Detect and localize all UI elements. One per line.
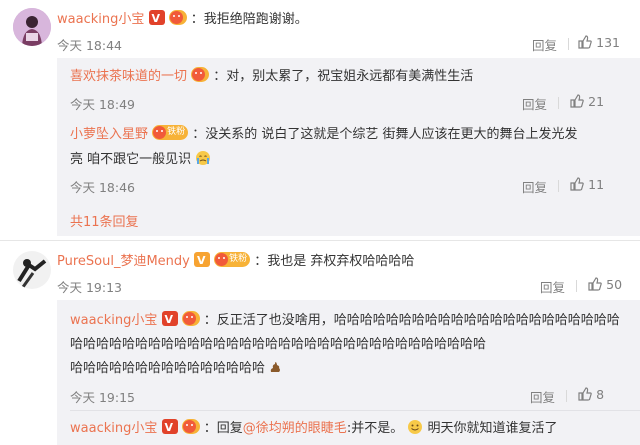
reply-prefix: ：回复 <box>203 421 243 436</box>
divider <box>558 97 559 109</box>
like-count: 131 <box>596 35 620 50</box>
reply-text: ：没关系的 说白了这就是个综艺 街舞人应该在更大的舞台上发光发 <box>192 127 578 142</box>
comment-text: ：我拒绝陪跑谢谢。 <box>190 12 308 27</box>
verified-badge-icon <box>148 10 165 28</box>
username[interactable]: 小萝坠入星野 <box>70 127 148 142</box>
fan-badge-icon <box>181 311 200 326</box>
reply-time: 今天 19:15 <box>70 390 135 405</box>
reply-text: ：反正活了也没啥用，哈哈哈哈哈哈哈哈哈哈哈哈哈哈哈哈哈哈哈哈哈哈 <box>203 313 620 328</box>
like-count: 8 <box>596 387 605 402</box>
username[interactable]: waacking小宝 <box>70 313 157 328</box>
fan-badge-icon <box>168 10 187 25</box>
reply-text: ：对，别太累了，祝宝姐永远都有美满性生活 <box>213 69 474 84</box>
avatar[interactable] <box>13 251 51 289</box>
reply-time: 今天 18:49 <box>70 97 135 112</box>
reply-button[interactable]: 回复 <box>540 277 565 296</box>
username[interactable]: waacking小宝 <box>57 12 144 27</box>
like-button[interactable]: 131 <box>578 35 620 51</box>
divider <box>566 390 567 402</box>
thumbs-up-icon <box>588 277 602 291</box>
reply-button[interactable]: 回复 <box>532 35 557 54</box>
reply-text: :并不是。 <box>346 421 404 436</box>
like-button[interactable]: 11 <box>570 177 604 193</box>
mention-link[interactable]: @徐均朔的眼睫毛 <box>243 421 347 436</box>
fan-badge-icon: 铁粉 <box>152 125 189 140</box>
like-button[interactable]: 50 <box>588 277 622 293</box>
avatar[interactable] <box>13 8 51 46</box>
comment-time: 今天 19:13 <box>57 280 122 295</box>
thumbs-up-icon <box>570 177 584 191</box>
verified-badge-icon <box>194 252 211 270</box>
comment-header: PureSoul_梦迪Mendy 铁粉 ：我也是 弃权弃权哈哈哈哈 <box>57 252 414 270</box>
reply-header: 喜欢抹茶味道的一切 ：对，别太累了，祝宝姐永远都有美满性生活 <box>70 67 473 85</box>
reply-text-continued: 哈哈哈哈哈哈哈哈哈哈哈哈哈哈哈 <box>70 360 281 378</box>
divider <box>568 38 569 50</box>
reply-separator <box>70 410 640 411</box>
reply-button[interactable]: 回复 <box>530 387 555 406</box>
reply-time: 今天 18:46 <box>70 180 135 195</box>
comment-text: ：我也是 弃权弃权哈哈哈哈 <box>254 254 415 269</box>
comment-time: 今天 18:44 <box>57 38 122 53</box>
reply-header: waacking小宝 ：回复@徐均朔的眼睫毛:并不是。 明天你就知道谁复活了 <box>70 419 558 437</box>
username[interactable]: waacking小宝 <box>70 421 157 436</box>
username[interactable]: 喜欢抹茶味道的一切 <box>70 69 187 84</box>
fan-badge-icon <box>191 67 210 82</box>
reply-text-continued: 亮 咱不跟它一般见识 <box>70 150 211 168</box>
poop-emoji-icon <box>270 362 281 372</box>
like-count: 11 <box>588 177 605 192</box>
username[interactable]: PureSoul_梦迪Mendy <box>57 254 190 269</box>
like-count: 21 <box>588 94 605 109</box>
thumbs-up-icon <box>578 387 592 401</box>
comment-separator <box>0 240 640 241</box>
like-button[interactable]: 21 <box>570 94 604 110</box>
fan-badge-icon <box>181 419 200 434</box>
verified-badge-icon <box>161 311 178 329</box>
verified-badge-icon <box>161 419 178 437</box>
fan-badge-icon: 铁粉 <box>214 252 251 267</box>
like-count: 50 <box>606 277 623 292</box>
reply-header: waacking小宝 ：反正活了也没啥用，哈哈哈哈哈哈哈哈哈哈哈哈哈哈哈哈哈哈哈… <box>70 311 620 329</box>
reply-button[interactable]: 回复 <box>522 94 547 113</box>
reply-text-tail: 明天你就知道谁复活了 <box>427 421 558 436</box>
divider <box>558 180 559 192</box>
thumbs-up-icon <box>570 94 584 108</box>
reply-header: 小萝坠入星野 铁粉 ：没关系的 说白了这就是个综艺 街舞人应该在更大的舞台上发光… <box>70 125 578 143</box>
more-replies-link[interactable]: 共11条回复 <box>70 211 139 230</box>
reply-button[interactable]: 回复 <box>522 177 547 196</box>
smile-emoji-icon <box>408 420 423 434</box>
reply-text-continued: 哈哈哈哈哈哈哈哈哈哈哈哈哈哈哈哈哈哈哈哈哈哈哈哈哈哈哈哈哈哈哈哈 <box>70 337 487 352</box>
divider <box>576 280 577 292</box>
crying-emoji-icon <box>196 151 211 165</box>
thumbs-up-icon <box>578 35 592 49</box>
like-button[interactable]: 8 <box>578 387 604 403</box>
comment-header: waacking小宝 ：我拒绝陪跑谢谢。 <box>57 10 308 28</box>
